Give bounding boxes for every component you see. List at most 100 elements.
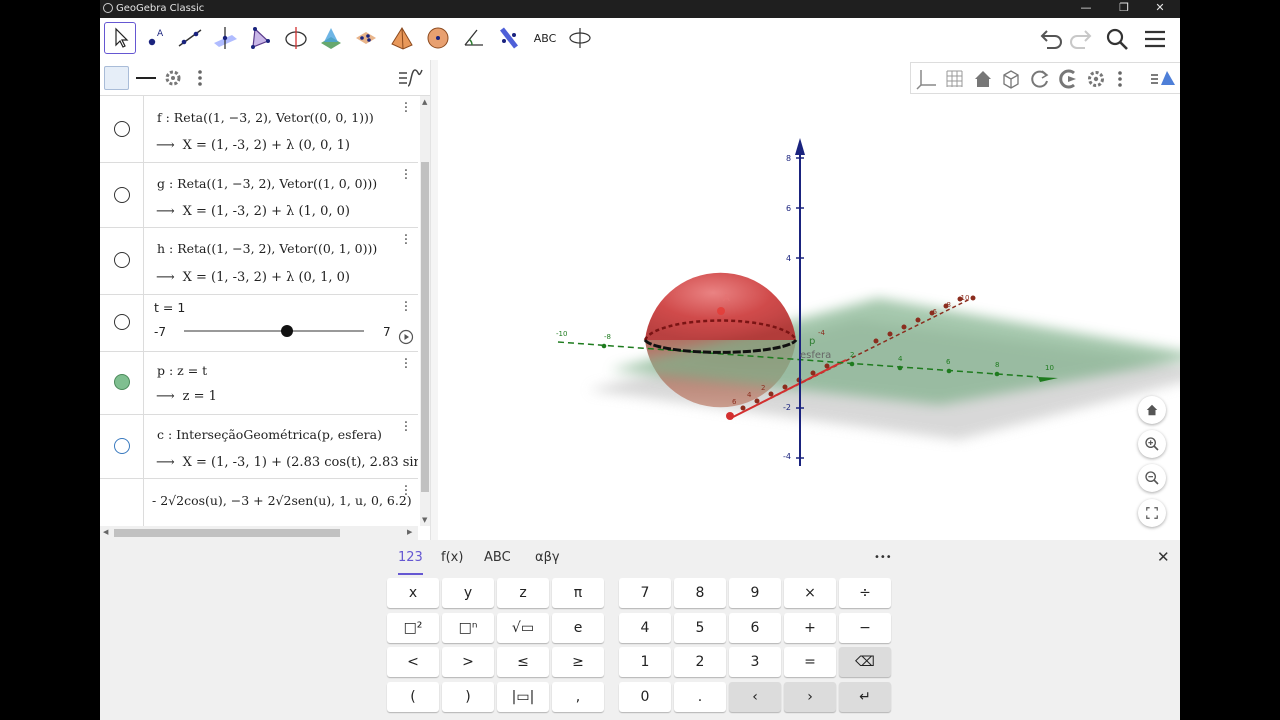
algebra-row-slider-t[interactable]: t = 1 -7 7 · · ·	[100, 295, 418, 352]
more-options-icon[interactable]: •••	[874, 552, 892, 563]
key[interactable]: +	[784, 613, 836, 643]
key[interactable]: ‹	[729, 682, 781, 712]
scroll-down-arrow-icon[interactable]: ▼	[422, 516, 427, 524]
more-vertical-icon[interactable]: · · ·	[402, 353, 410, 375]
visibility-toggle[interactable]	[114, 438, 130, 454]
key[interactable]: 7	[619, 578, 671, 608]
key[interactable]: .	[674, 682, 726, 712]
polygon-tool-button[interactable]	[244, 22, 276, 54]
more-vertical-icon[interactable]: · · ·	[402, 97, 410, 119]
visibility-toggle[interactable]	[114, 121, 130, 137]
visibility-toggle[interactable]	[114, 187, 130, 203]
visibility-toggle[interactable]	[114, 374, 130, 390]
rotate-icon[interactable]	[1028, 67, 1052, 91]
scroll-right-arrow-icon[interactable]: ▶	[407, 528, 412, 536]
key[interactable]: 4	[619, 613, 671, 643]
line-tool-button[interactable]	[174, 22, 206, 54]
tab-abc[interactable]: ABC	[484, 550, 511, 565]
algebra-horizontal-scrollbar[interactable]: ◀ ▶	[100, 526, 418, 540]
toggle-style-bar-icon[interactable]	[397, 66, 423, 90]
minimize-button[interactable]: —	[1076, 1, 1096, 14]
key[interactable]: √▭	[497, 613, 549, 643]
more-vertical-icon[interactable]: · · ·	[402, 480, 410, 502]
algebra-row-g[interactable]: g : Reta((1, −3, 2), Vetor((1, 0, 0))) ⟶…	[100, 163, 418, 228]
projection-icon[interactable]	[1056, 67, 1080, 91]
slider-thumb[interactable]	[280, 325, 293, 337]
key[interactable]: ↵	[839, 682, 891, 712]
reflect-tool-button[interactable]	[493, 22, 525, 54]
algebra-row-f[interactable]: f : Reta((1, −3, 2), Vetor((0, 0, 1))) ⟶…	[100, 96, 418, 163]
more-vertical-icon[interactable]: · · ·	[402, 229, 410, 251]
hamburger-menu-icon[interactable]	[1142, 26, 1168, 52]
redo-icon[interactable]	[1068, 26, 1094, 52]
angle-tool-button[interactable]	[458, 22, 490, 54]
scrollbar-thumb[interactable]	[421, 162, 429, 492]
key[interactable]: □ⁿ	[442, 613, 494, 643]
algebra-row-c[interactable]: c : InterseçãoGeométrica(p, esfera) ⟶ X =…	[100, 415, 418, 479]
key[interactable]: ≤	[497, 647, 549, 677]
intersect-surfaces-tool-button[interactable]	[315, 22, 347, 54]
axes-icon[interactable]	[915, 67, 939, 91]
key[interactable]: 0	[619, 682, 671, 712]
key[interactable]: ,	[552, 682, 604, 712]
key[interactable]: 6	[729, 613, 781, 643]
point-tool-button[interactable]: A	[140, 22, 172, 54]
circle-axis-tool-button[interactable]	[280, 22, 312, 54]
point-a[interactable]	[717, 307, 725, 315]
scroll-up-arrow-icon[interactable]: ▲	[422, 98, 427, 106]
key[interactable]: 2	[674, 647, 726, 677]
tab-123[interactable]: 123	[398, 550, 423, 575]
key[interactable]: ÷	[839, 578, 891, 608]
plane-tool-button[interactable]	[350, 22, 382, 54]
search-icon[interactable]	[1104, 26, 1130, 52]
more-vertical-icon[interactable]: · · ·	[402, 296, 410, 318]
key[interactable]: □²	[387, 613, 439, 643]
rotate-view-tool-button[interactable]	[564, 22, 596, 54]
zoom-in-button[interactable]	[1138, 430, 1166, 458]
standard-view-button[interactable]	[1138, 396, 1166, 424]
key[interactable]: 1	[619, 647, 671, 677]
algebra-row-p[interactable]: p : z = t ⟶ z = 1 · · ·	[100, 352, 418, 415]
key[interactable]: y	[442, 578, 494, 608]
restore-button[interactable]: ❐	[1114, 1, 1134, 14]
more-vertical-icon[interactable]	[1115, 67, 1125, 91]
key[interactable]: z	[497, 578, 549, 608]
key[interactable]: ≥	[552, 647, 604, 677]
toggle-style-bar-icon[interactable]	[1149, 67, 1177, 91]
algebra-vertical-scrollbar[interactable]: ▲ ▼	[420, 96, 430, 526]
fullscreen-button[interactable]	[1138, 499, 1166, 527]
undo-icon[interactable]	[1038, 26, 1064, 52]
key[interactable]: |▭|	[497, 682, 549, 712]
gear-icon[interactable]	[163, 68, 183, 88]
graphics-3d-view[interactable]: A p esfera 8 6 4 -2 -4 -10 -8 2 4 6 8 10	[438, 60, 1180, 540]
sphere-tool-button[interactable]	[422, 22, 454, 54]
algebra-row-h[interactable]: h : Reta((1, −3, 2), Vetor((0, 1, 0))) ⟶…	[100, 228, 418, 295]
key[interactable]: (	[387, 682, 439, 712]
zoom-out-button[interactable]	[1138, 464, 1166, 492]
scrollbar-thumb[interactable]	[114, 529, 340, 537]
scroll-left-arrow-icon[interactable]: ◀	[103, 528, 108, 536]
more-vertical-icon[interactable]: · · ·	[402, 164, 410, 186]
key[interactable]: ›	[784, 682, 836, 712]
algebra-input-row[interactable]: - 2√2cos(u), −3 + 2√2sen(u), 1, u, 0, 6.…	[100, 479, 418, 526]
key[interactable]: )	[442, 682, 494, 712]
key[interactable]: 9	[729, 578, 781, 608]
key[interactable]: −	[839, 613, 891, 643]
close-keyboard-icon[interactable]: ✕	[1157, 548, 1170, 566]
slider-track[interactable]	[184, 330, 364, 332]
view-splitter[interactable]	[430, 60, 438, 540]
key[interactable]: <	[387, 647, 439, 677]
key[interactable]: π	[552, 578, 604, 608]
cube-view-icon[interactable]	[999, 67, 1023, 91]
key[interactable]: 5	[674, 613, 726, 643]
home-icon[interactable]	[971, 67, 995, 91]
color-swatch-button[interactable]	[104, 66, 129, 90]
visibility-toggle[interactable]	[114, 252, 130, 268]
play-animation-icon[interactable]	[398, 329, 414, 345]
key[interactable]: 8	[674, 578, 726, 608]
more-vertical-icon[interactable]: · · ·	[402, 416, 410, 438]
key[interactable]: =	[784, 647, 836, 677]
more-vertical-icon[interactable]	[196, 68, 204, 88]
key[interactable]: ⌫	[839, 647, 891, 677]
key[interactable]: 3	[729, 647, 781, 677]
